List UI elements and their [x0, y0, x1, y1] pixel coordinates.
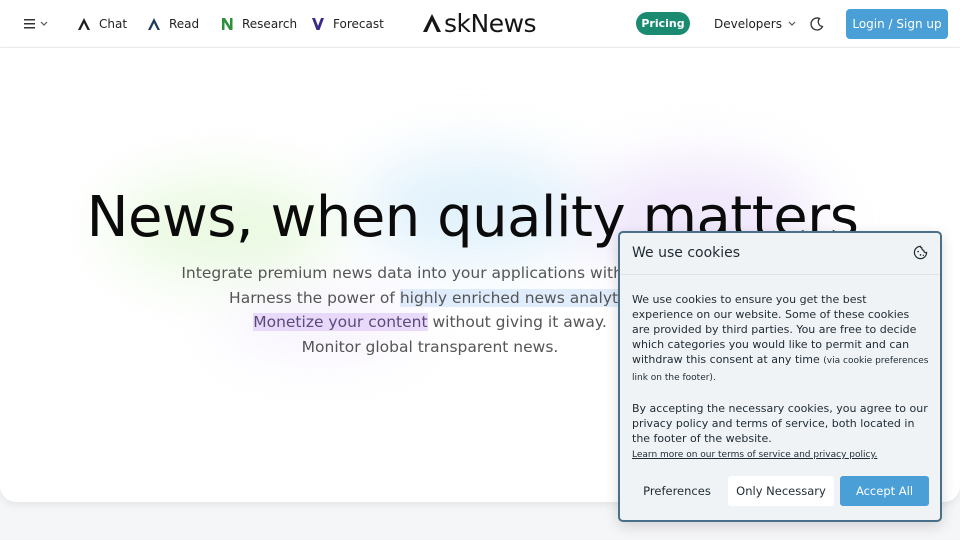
cookie-dialog-header: We use cookies	[620, 233, 940, 275]
pricing-button[interactable]: Pricing	[636, 12, 690, 35]
menu-toggle[interactable]	[24, 15, 48, 33]
hero-line-3-text: without giving it away.	[427, 313, 607, 331]
nav-forecast[interactable]: Forecast	[311, 14, 384, 34]
nav-research-label: Research	[242, 17, 298, 31]
cookie-paragraph-1: We use cookies to ensure you get the bes…	[632, 292, 930, 386]
hero-line-2-text: Harness the power of	[229, 289, 400, 307]
terms-privacy-link[interactable]: Learn more on our terms of service and p…	[632, 448, 930, 463]
top-navbar: Chat Read Research Forecast skNews Prici…	[0, 0, 960, 48]
hero-line-3-highlight: Monetize your content	[253, 313, 428, 331]
asknews-logo[interactable]: skNews	[422, 8, 537, 38]
cookie-paragraph-2: By accepting the necessary cookies, you …	[632, 401, 930, 463]
hero-line-2-highlight: highly enriched news analytic	[399, 289, 631, 307]
forecast-v-icon	[312, 18, 324, 30]
nav-chat-label: Chat	[99, 17, 128, 31]
asknews-logo-a-icon	[423, 14, 441, 32]
research-n-icon	[222, 18, 233, 30]
chevron-down-icon	[40, 21, 48, 26]
login-signup-button[interactable]: Login / Sign up	[846, 9, 948, 39]
cookie-dialog-title: We use cookies	[632, 245, 741, 261]
only-necessary-button[interactable]: Only Necessary	[728, 476, 834, 506]
developers-menu[interactable]: Developers	[714, 14, 796, 34]
nav-research[interactable]: Research	[220, 14, 297, 34]
nav-chat[interactable]: Chat	[77, 14, 127, 34]
hamburger-icon	[24, 19, 35, 29]
cookie-icon	[913, 245, 928, 260]
preferences-button[interactable]: Preferences	[634, 476, 720, 506]
accept-all-button[interactable]: Accept All	[840, 476, 929, 506]
cookie-dialog-body: We use cookies to ensure you get the bes…	[632, 292, 930, 463]
hero-line-1-text: Integrate premium news data into your ap…	[181, 264, 643, 282]
chevron-down-icon	[788, 21, 796, 26]
moon-icon[interactable]	[809, 16, 825, 32]
logo-text: skNews	[444, 8, 537, 38]
nav-read[interactable]: Read	[147, 14, 199, 34]
asknews-a-icon	[148, 18, 160, 30]
nav-read-label: Read	[169, 17, 200, 31]
asknews-a-icon	[78, 18, 90, 30]
cookie-consent-dialog: We use cookies We use cookies to ensure …	[618, 231, 942, 522]
cookie-text-2: By accepting the necessary cookies, you …	[632, 402, 928, 445]
nav-forecast-label: Forecast	[333, 17, 384, 31]
developers-label: Developers	[714, 17, 782, 31]
